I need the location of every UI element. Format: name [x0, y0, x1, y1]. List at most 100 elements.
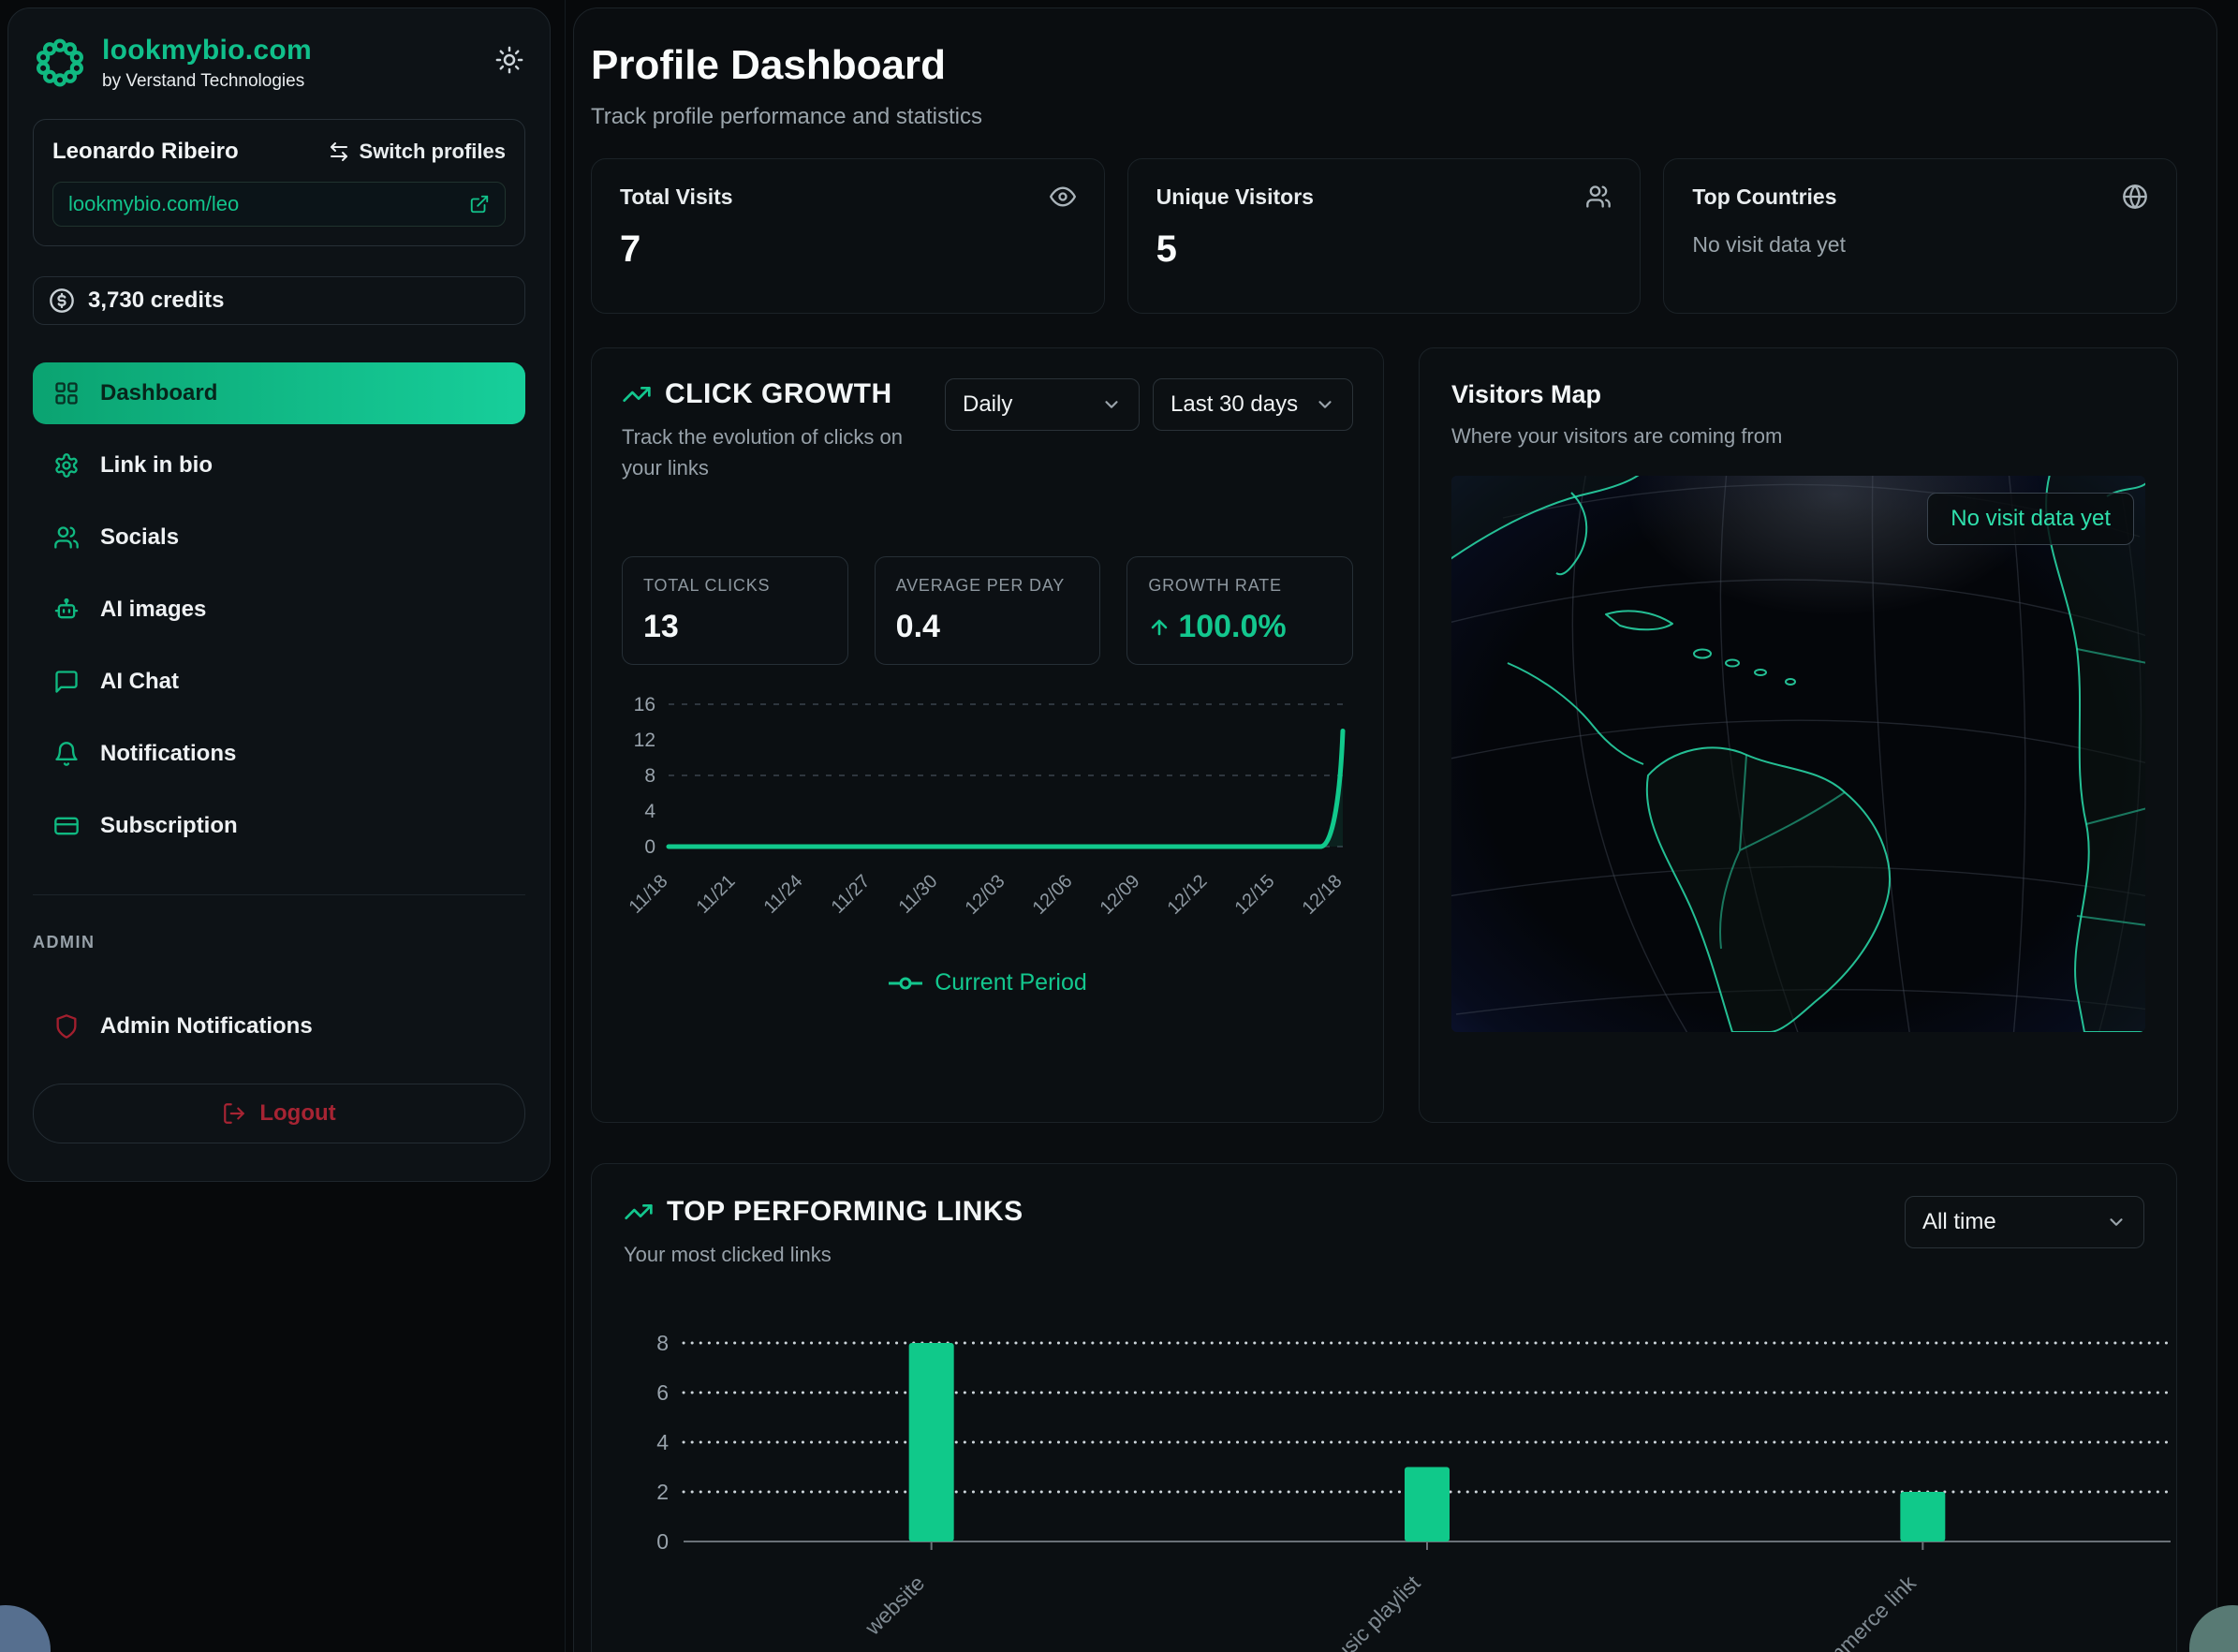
logout-label: Logout: [259, 1100, 335, 1127]
svg-text:0: 0: [656, 1529, 669, 1554]
page-title: Profile Dashboard: [591, 42, 2177, 89]
external-link-icon[interactable]: [469, 194, 490, 214]
kpi-label: GROWTH RATE: [1148, 576, 1332, 596]
sidebar-item-notifications[interactable]: Notifications: [33, 723, 525, 785]
svg-text:11/27: 11/27: [828, 871, 875, 918]
svg-text:12/15: 12/15: [1231, 871, 1279, 919]
kpi-value: 100.0%: [1178, 609, 1286, 645]
sidebar-item-socials[interactable]: Socials: [33, 507, 525, 568]
svg-text:4: 4: [644, 801, 655, 822]
kpi-label: TOTAL CLICKS: [643, 576, 827, 596]
svg-text:ecommerce link: ecommerce link: [1797, 1571, 1921, 1652]
eye-icon: [1050, 184, 1076, 210]
trending-up-icon: [622, 379, 652, 409]
dashboard-icon: [53, 380, 80, 406]
profile-url: lookmybio.com/leo: [68, 192, 239, 216]
range-select-value: Last 30 days: [1171, 391, 1298, 418]
brand-text: lookmybio.com by Verstand Technologies: [102, 35, 312, 92]
credits-label: 3,730 credits: [88, 288, 224, 314]
click-growth-line-chart: 048121611/1811/2111/2411/2711/3012/0312/…: [622, 689, 1355, 933]
kpi-label: AVERAGE PER DAY: [896, 576, 1080, 596]
sidebar-item-label: AI Chat: [100, 669, 179, 695]
svg-text:16: 16: [634, 694, 655, 715]
map-no-data-badge: No visit data yet: [1927, 493, 2134, 545]
all-time-select[interactable]: All time: [1905, 1196, 2144, 1248]
admin-section-label: ADMIN: [33, 933, 525, 952]
sidebar-item-admin-notifications[interactable]: Admin Notifications: [33, 996, 525, 1057]
kpi-value: 13: [643, 609, 827, 645]
chevron-down-icon: [2106, 1212, 2127, 1232]
click-growth-subtitle: Track the evolution of clicks on your li…: [622, 421, 945, 483]
sidebar-item-label: AI images: [100, 597, 206, 623]
sidebar-item-link-in-bio[interactable]: Link in bio: [33, 435, 525, 496]
visitors-map-card: Visitors Map Where your visitors are com…: [1419, 347, 2178, 1123]
svg-text:4: 4: [656, 1430, 669, 1454]
sidebar: lookmybio.com by Verstand Technologies L…: [7, 7, 551, 1182]
top-links-card: TOP PERFORMING LINKS Your most clicked l…: [591, 1163, 2177, 1652]
main-panel: Profile Dashboard Track profile performa…: [573, 7, 2217, 1652]
sidebar-item-subscription[interactable]: Subscription: [33, 795, 525, 857]
globe-visualization: [1451, 476, 2145, 1032]
stat-label: Unique Visitors: [1156, 184, 1314, 210]
logout-button[interactable]: Logout: [33, 1084, 525, 1143]
middle-row: CLICK GROWTH Track the evolution of clic…: [591, 347, 2177, 1123]
brand-logo-icon: [33, 36, 87, 90]
stat-card-top-countries: Top Countries No visit data yet: [1663, 158, 2177, 314]
click-growth-title: CLICK GROWTH: [665, 378, 892, 410]
switch-profiles-label: Switch profiles: [360, 140, 506, 164]
swap-arrows-icon: [328, 140, 350, 163]
logout-icon: [222, 1101, 246, 1126]
range-select[interactable]: Last 30 days: [1153, 378, 1353, 431]
switch-profiles-button[interactable]: Switch profiles: [328, 140, 506, 164]
globe-icon: [2122, 184, 2148, 210]
svg-text:0: 0: [644, 836, 655, 858]
coin-icon: [49, 288, 75, 314]
kpi-value: 0.4: [896, 609, 1080, 645]
sidebar-item-dashboard[interactable]: Dashboard: [33, 362, 525, 424]
kpi-growth-rate: GROWTH RATE 100.0%: [1126, 556, 1353, 665]
visitors-map-title: Visitors Map: [1451, 380, 2145, 409]
top-links-subtitle: Your most clicked links: [624, 1239, 1023, 1270]
sidebar-column: lookmybio.com by Verstand Technologies L…: [0, 0, 566, 1652]
page-subtitle: Track profile performance and statistics: [591, 104, 2177, 130]
svg-text:11/18: 11/18: [626, 871, 672, 918]
interval-select[interactable]: Daily: [945, 378, 1140, 431]
sidebar-item-ai-chat[interactable]: AI Chat: [33, 651, 525, 713]
stat-label: Top Countries: [1692, 184, 1836, 210]
chart-legend: Current Period: [622, 969, 1353, 996]
svg-text:12/06: 12/06: [1029, 871, 1077, 919]
legend-label: Current Period: [935, 969, 1087, 996]
theme-toggle-sun-icon[interactable]: [495, 46, 523, 74]
stat-card-unique-visitors: Unique Visitors 5: [1127, 158, 1642, 314]
all-time-select-value: All time: [1922, 1209, 1996, 1235]
stat-label: Total Visits: [620, 184, 733, 210]
chat-icon: [53, 669, 80, 695]
brand-name: lookmybio.com: [102, 35, 312, 66]
shield-icon: [53, 1013, 80, 1040]
sidebar-item-ai-images[interactable]: AI images: [33, 579, 525, 641]
interval-select-value: Daily: [963, 391, 1012, 418]
svg-text:12/18: 12/18: [1299, 871, 1347, 919]
sidebar-item-label: Socials: [100, 524, 179, 551]
trending-up-icon: [624, 1197, 654, 1227]
brand-byline: by Verstand Technologies: [102, 71, 312, 92]
profile-card: Leonardo Ribeiro Switch profiles lookmyb…: [33, 119, 525, 246]
legend-line-dot-icon: [888, 977, 923, 990]
stat-empty-text: No visit data yet: [1692, 232, 2148, 258]
svg-text:12: 12: [634, 730, 655, 751]
users-icon: [1585, 184, 1612, 210]
brand-row: lookmybio.com by Verstand Technologies: [33, 33, 525, 93]
svg-text:8: 8: [644, 765, 655, 787]
sidebar-item-label: Notifications: [100, 741, 236, 767]
kpi-total-clicks: TOTAL CLICKS 13: [622, 556, 848, 665]
stat-value: 7: [620, 229, 1076, 271]
profile-url-field[interactable]: lookmybio.com/leo: [52, 182, 506, 227]
click-growth-card: CLICK GROWTH Track the evolution of clic…: [591, 347, 1384, 1123]
svg-text:website: website: [860, 1571, 929, 1640]
svg-text:8: 8: [656, 1331, 669, 1355]
bot-icon: [53, 597, 80, 623]
sidebar-divider: [33, 894, 525, 895]
svg-text:11/30: 11/30: [895, 871, 942, 918]
credits-balance: 3,730 credits: [33, 276, 525, 325]
credit-card-icon: [53, 813, 80, 839]
